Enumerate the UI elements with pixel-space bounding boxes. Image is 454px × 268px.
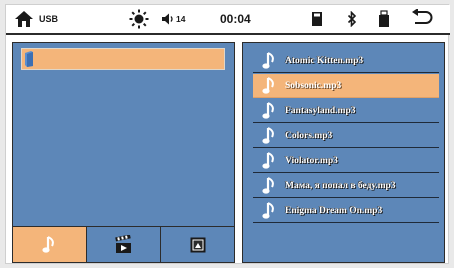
back-button[interactable] — [411, 5, 433, 33]
bluetooth-indicator — [347, 5, 357, 33]
track-item[interactable]: Colors.mp3 — [253, 124, 439, 148]
music-note-icon — [262, 201, 274, 219]
bluetooth-icon — [347, 11, 357, 27]
home-icon — [15, 11, 33, 27]
track-title: Violator.mp3 — [285, 155, 338, 166]
track-item[interactable]: Violator.mp3 — [253, 149, 439, 173]
music-note-icon — [262, 76, 274, 94]
track-item[interactable]: Enigma Dream On.mp3 — [253, 199, 439, 223]
track-item-selected[interactable]: Sobsonic.mp3 — [253, 74, 439, 98]
track-title: Мама, я попал в беду.mp3 — [285, 180, 396, 191]
volume-button[interactable]: 14 — [161, 5, 185, 33]
sd-card-button[interactable] — [311, 5, 323, 33]
usb-button[interactable] — [378, 5, 390, 33]
track-title: Fantasyland.mp3 — [285, 105, 356, 116]
track-item[interactable]: Atomic Kitten.mp3 — [253, 49, 439, 73]
music-note-icon — [262, 176, 274, 194]
track-title: Enigma Dream On.mp3 — [285, 205, 383, 216]
music-note-icon — [262, 101, 274, 119]
music-note-icon — [262, 126, 274, 144]
music-note-icon — [262, 151, 274, 169]
tab-images[interactable] — [161, 227, 235, 262]
tab-video[interactable] — [87, 227, 161, 262]
volume-level: 14 — [176, 14, 186, 24]
track-title: Sobsonic.mp3 — [285, 80, 342, 91]
tab-music[interactable] — [13, 227, 87, 262]
status-bar: USB 14 00:04 — [6, 5, 450, 35]
folder-item[interactable] — [21, 48, 225, 70]
media-player-window: USB 14 00:04 Atomic Kitten.mp3 Sobsonic.… — [5, 4, 450, 264]
track-list: Atomic Kitten.mp3 Sobsonic.mp3 Fantasyla… — [242, 42, 445, 263]
home-button[interactable] — [14, 5, 34, 33]
sd-card-icon — [312, 12, 322, 26]
back-arrow-icon — [412, 9, 433, 24]
track-title: Colors.mp3 — [285, 130, 333, 141]
clock: 00:04 — [220, 12, 251, 26]
folder-panel — [12, 42, 235, 263]
folder-icon — [25, 51, 33, 67]
speaker-icon — [162, 13, 173, 25]
image-icon — [190, 237, 206, 252]
clapperboard-icon — [114, 234, 131, 253]
music-note-icon — [262, 51, 274, 69]
music-note-icon — [41, 235, 54, 253]
track-item[interactable]: Fantasyland.mp3 — [253, 99, 439, 123]
source-label: USB — [39, 14, 59, 24]
track-title: Atomic Kitten.mp3 — [285, 55, 364, 66]
brightness-icon — [129, 9, 149, 29]
track-item[interactable]: Мама, я попал в беду.mp3 — [253, 174, 439, 198]
media-type-tabs — [13, 226, 234, 262]
usb-drive-icon — [379, 10, 389, 27]
brightness-button[interactable] — [129, 5, 149, 33]
